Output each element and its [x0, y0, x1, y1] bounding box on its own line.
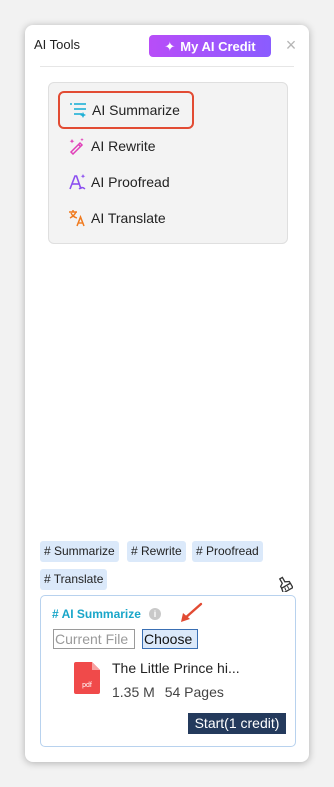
arrow-pointer-icon: [181, 602, 203, 622]
ai-tools-panel: AI Tools ✦ My AI Credit × AI Summarize A…: [25, 25, 309, 762]
file-pages: 54 Pages: [164, 684, 224, 700]
file-meta: 1.35 M 54 Pages: [112, 684, 224, 700]
current-file-button[interactable]: Current File: [53, 629, 135, 649]
clear-icon[interactable]: [277, 576, 294, 595]
tag-translate[interactable]: # Translate: [40, 569, 108, 590]
pdf-file-icon: pdf: [74, 662, 100, 694]
file-size: 1.35 M: [112, 684, 155, 700]
file-name: The Little Prince hi...: [112, 660, 240, 676]
sparkle-icon: ✦: [164, 38, 176, 54]
menu-item-label: AI Proofread: [91, 174, 170, 190]
header-divider: [40, 66, 294, 67]
choose-file-button[interactable]: Choose: [142, 629, 198, 649]
menu-item-label: AI Summarize: [92, 102, 180, 118]
menu-item-ai-translate[interactable]: AI Translate: [58, 200, 280, 236]
task-title: # AI Summarize: [52, 607, 141, 621]
my-ai-credit-button[interactable]: ✦ My AI Credit: [149, 35, 271, 57]
proofread-icon: [68, 173, 86, 191]
menu-item-label: AI Translate: [91, 210, 166, 226]
menu-item-ai-summarize[interactable]: AI Summarize: [58, 91, 194, 129]
start-button[interactable]: Start(1 credit): [188, 713, 286, 734]
menu-item-ai-proofread[interactable]: AI Proofread: [58, 164, 280, 200]
menu-item-ai-rewrite[interactable]: AI Rewrite: [58, 128, 280, 164]
close-icon[interactable]: ×: [283, 36, 299, 54]
translate-icon: [68, 209, 86, 227]
panel-title: AI Tools: [34, 37, 81, 52]
menu-item-label: AI Rewrite: [91, 138, 156, 154]
ai-tools-menu: AI Summarize AI Rewrite AI Proofread AI …: [48, 82, 288, 244]
credit-button-label: My AI Credit: [180, 38, 256, 54]
tag-rewrite[interactable]: # Rewrite: [127, 541, 186, 562]
task-box: # AI Summarize i Current File Choose pdf…: [40, 595, 296, 747]
svg-text:pdf: pdf: [82, 682, 92, 689]
tag-summarize[interactable]: # Summarize: [40, 541, 119, 562]
rewrite-icon: [68, 137, 86, 155]
tag-proofread[interactable]: # Proofread: [192, 541, 263, 562]
summarize-icon: [69, 101, 87, 119]
info-icon[interactable]: i: [149, 608, 161, 620]
